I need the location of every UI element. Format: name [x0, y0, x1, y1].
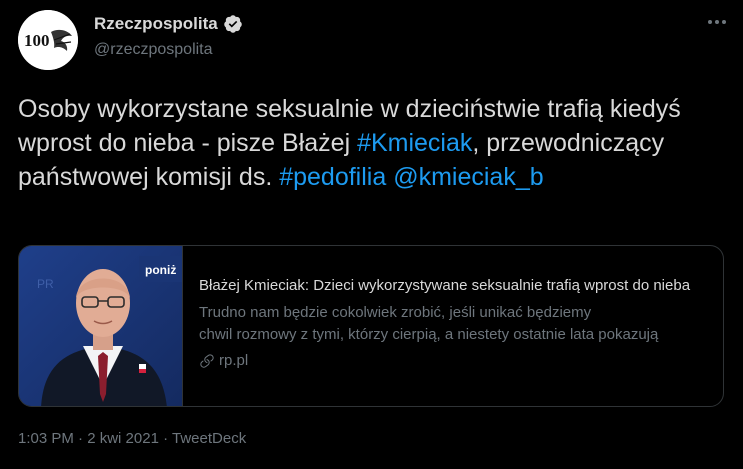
card-description-line: Trudno nam będzie cokolwiek zrobić, jeśl…: [199, 304, 592, 321]
svg-text:PR: PR: [37, 277, 54, 291]
svg-text:100: 100: [24, 31, 50, 50]
card-thumbnail-photo: PR poniż: [19, 246, 182, 406]
rzeczpospolita-logo-icon: 100: [18, 10, 78, 70]
card-title[interactable]: Błażej Kmieciak: Dzieci wykorzystywane s…: [199, 276, 709, 296]
tweet-metadata: 1:03 PM · 2 kwi 2021 · TweetDeck: [18, 430, 246, 447]
hashtag-link-pedofilia[interactable]: #pedofilia: [279, 163, 386, 191]
tweet-time-link[interactable]: 1:03 PM: [18, 430, 74, 447]
more-options-button[interactable]: [705, 10, 729, 34]
author-handle[interactable]: @rzeczpospolita: [94, 41, 213, 59]
card-domain-text[interactable]: rp.pl: [219, 352, 248, 369]
tweet-date-link[interactable]: 2 kwi 2021: [87, 430, 159, 447]
card-description-line: chwil rozmowy z tymi, którzy cierpią, a …: [199, 326, 659, 343]
meta-separator: ·: [158, 430, 172, 447]
verified-badge-icon: [223, 15, 242, 33]
link-preview-card[interactable]: PR poniż Błażej Kmieciak: Dzieci wykorzy…: [18, 245, 724, 407]
hashtag-link-kmieciak[interactable]: #Kmieciak: [357, 129, 472, 157]
display-name[interactable]: Rzeczpospolita: [94, 14, 218, 34]
avatar[interactable]: 100: [18, 10, 78, 70]
card-body: Błażej Kmieciak: Dzieci wykorzystywane s…: [199, 276, 709, 369]
link-icon: [200, 353, 214, 368]
mention-link-kmieciak-b[interactable]: @kmieciak_b: [393, 163, 543, 191]
svg-text:poniż: poniż: [145, 263, 176, 277]
card-thumbnail-image: PR poniż: [19, 246, 183, 406]
more-dots-icon: [708, 20, 726, 24]
card-domain[interactable]: rp.pl: [199, 352, 709, 369]
card-description: Trudno nam będzie cokolwiek zrobić, jeśl…: [199, 302, 709, 346]
meta-separator: ·: [73, 430, 88, 447]
author-name-row[interactable]: Rzeczpospolita: [94, 14, 243, 34]
tweet-source-link[interactable]: TweetDeck: [172, 430, 246, 447]
tweet-text: Osoby wykorzystane seksualnie w dziecińs…: [18, 92, 718, 194]
